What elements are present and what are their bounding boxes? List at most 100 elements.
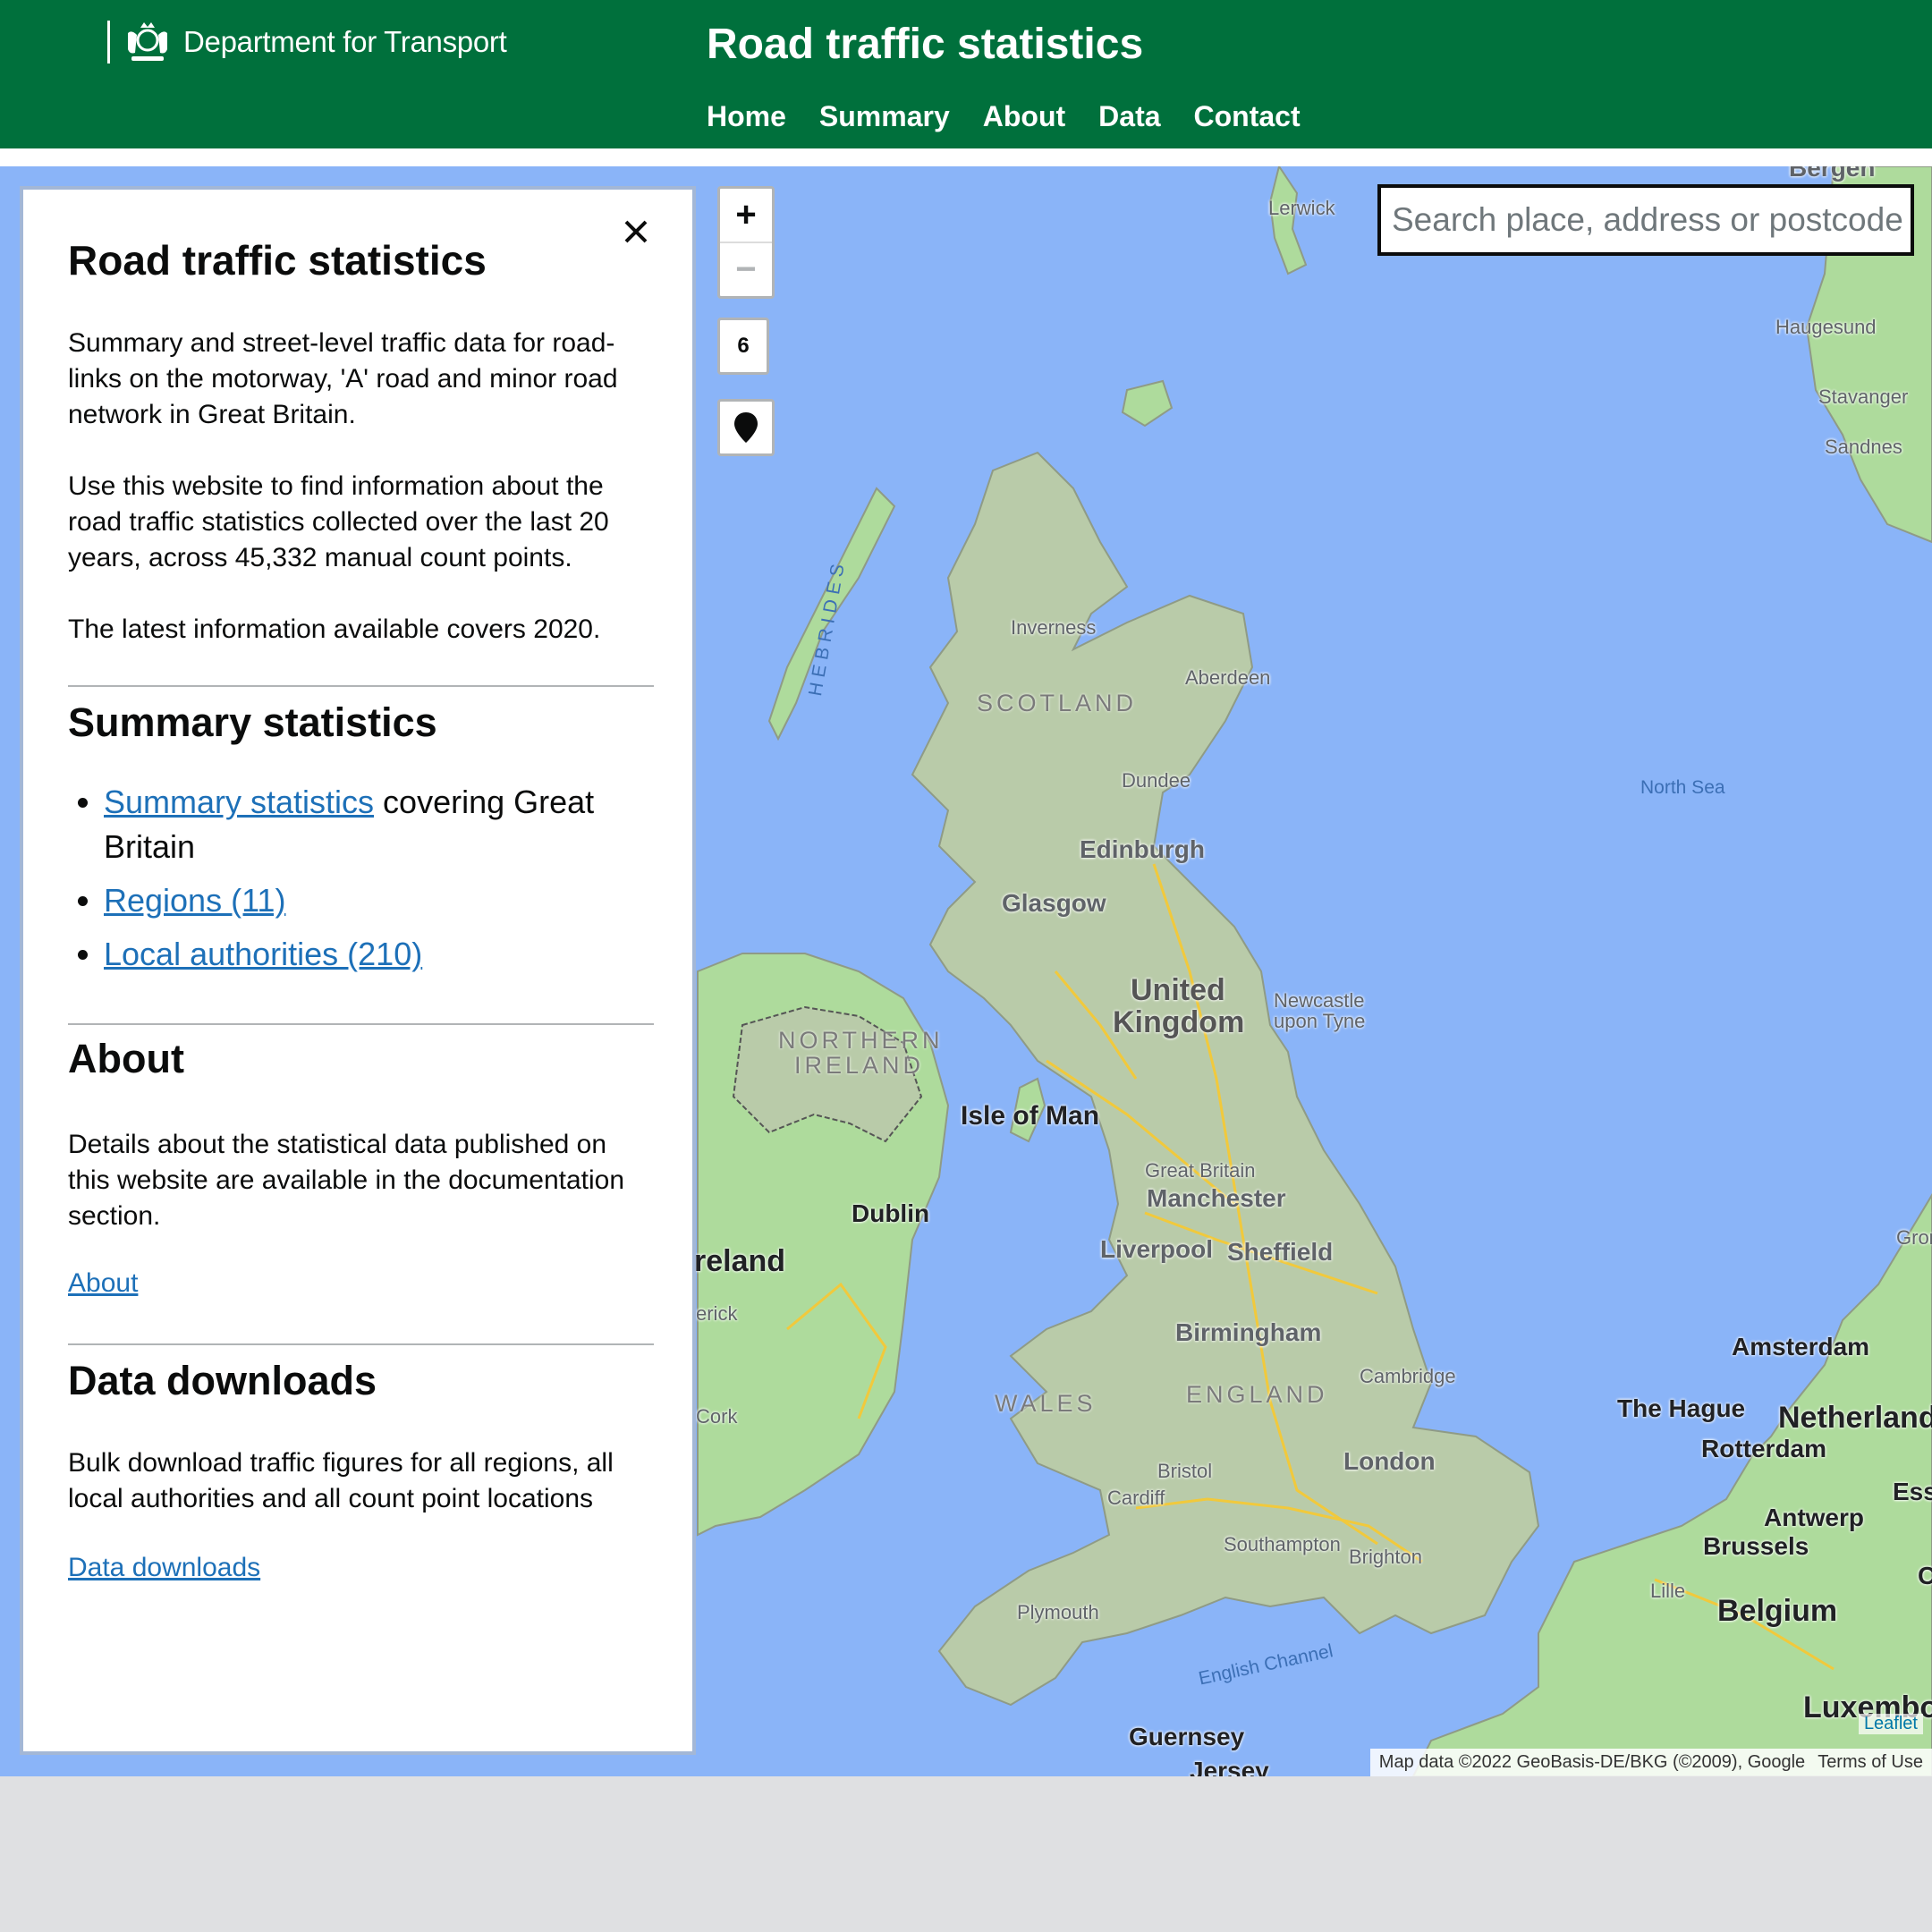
attribution-text: Map data ©2022 GeoBasis-DE/BKG (©2009), …	[1378, 1752, 1806, 1772]
map-label-england: ENGLAND	[1186, 1381, 1328, 1408]
list-item: Summary statistics covering Great Britai…	[104, 780, 676, 869]
map-label-birmingham: Birmingham	[1175, 1318, 1322, 1346]
about-heading: About	[68, 1036, 184, 1081]
orkney-landmass	[1121, 379, 1174, 428]
data-downloads-link[interactable]: Data downloads	[68, 1553, 260, 1583]
search-input[interactable]	[1377, 184, 1914, 256]
logo-rule	[107, 21, 110, 64]
zoom-out-button[interactable]: −	[720, 242, 772, 296]
zoom-in-button[interactable]: +	[720, 189, 772, 242]
map-label-lerwick: Lerwick	[1268, 197, 1335, 219]
map-label-sandnes: Sandnes	[1825, 436, 1902, 458]
map-label-aberdeen: Aberdeen	[1185, 666, 1271, 689]
map-label-southampton: Southampton	[1224, 1533, 1341, 1555]
map-pin-icon	[734, 412, 758, 443]
section-divider	[68, 1023, 654, 1025]
map-attribution: Map data ©2022 GeoBasis-DE/BKG (©2009), …	[1369, 1749, 1932, 1776]
map-label-belgium: Belgium	[1717, 1594, 1838, 1628]
map-label-isle-of-man: Isle of Man	[961, 1101, 1100, 1131]
map-label-jersey: Jersey	[1190, 1757, 1269, 1776]
nav-contact[interactable]: Contact	[1194, 100, 1301, 133]
map-label-groningen: Groni	[1896, 1226, 1932, 1249]
map-label-sheffield: Sheffield	[1227, 1238, 1334, 1266]
map-label-essen: Ess	[1893, 1478, 1932, 1505]
map-label-bergen: Bergen	[1789, 166, 1876, 182]
intro-paragraph-2: Use this website to find information abo…	[68, 471, 609, 572]
section-divider	[68, 1343, 654, 1345]
map-label-limerick: erick	[696, 1302, 738, 1325]
nav-about[interactable]: About	[983, 100, 1065, 133]
map-label-cologne: C	[1918, 1562, 1932, 1589]
map-label-ireland-region: IRELAND	[794, 1052, 925, 1079]
section-divider	[68, 685, 654, 687]
map-label-edinburgh: Edinburgh	[1080, 835, 1205, 863]
department-logo[interactable]: Department for Transport	[107, 20, 507, 64]
map-label-the-hague: The Hague	[1617, 1394, 1746, 1422]
map-label-plymouth: Plymouth	[1017, 1601, 1099, 1623]
map-label-wales: WALES	[995, 1390, 1097, 1417]
downloads-heading: Data downloads	[68, 1358, 377, 1403]
royal-crest-icon	[128, 22, 167, 61]
site-header: Department for Transport Road traffic st…	[0, 0, 1932, 166]
panel-title: Road traffic statistics	[68, 237, 487, 284]
regions-link[interactable]: Regions (11)	[104, 882, 285, 919]
locate-button[interactable]	[717, 399, 775, 456]
summary-statistics-link[interactable]: Summary statistics	[104, 784, 374, 820]
department-name: Department for Transport	[183, 25, 507, 58]
downloads-paragraph: Bulk download traffic figures for all re…	[68, 1448, 614, 1513]
map-label-amsterdam: Amsterdam	[1732, 1333, 1870, 1360]
map-label-united: United	[1131, 973, 1225, 1007]
map-label-cork: Cork	[696, 1405, 738, 1428]
map-label-brighton: Brighton	[1349, 1546, 1422, 1568]
map-label-kingdom: Kingdom	[1113, 1005, 1245, 1039]
map-label-cardiff: Cardiff	[1107, 1487, 1165, 1509]
leaflet-credit-link[interactable]: Leaflet	[1858, 1714, 1923, 1734]
shetland-landmass	[1268, 166, 1308, 275]
map-label-dublin: Dublin	[852, 1199, 930, 1227]
map-label-cambridge: Cambridge	[1360, 1365, 1456, 1387]
nav-summary[interactable]: Summary	[819, 100, 950, 133]
map-label-manchester: Manchester	[1147, 1184, 1286, 1212]
header-divider	[0, 148, 1932, 166]
main-nav: Home Summary About Data Contact	[707, 100, 1301, 133]
map-label-northern: NORTHERN	[778, 1027, 944, 1054]
about-paragraph: Details about the statistical data publi…	[68, 1130, 625, 1231]
terms-of-use-link[interactable]: Terms of Use	[1818, 1752, 1923, 1773]
map-label-liverpool: Liverpool	[1100, 1235, 1214, 1263]
map-label-dundee: Dundee	[1122, 769, 1191, 792]
list-item: Local authorities (210)	[104, 932, 676, 977]
map-label-netherlands: Netherland	[1778, 1401, 1932, 1435]
map-label-inverness: Inverness	[1011, 616, 1097, 639]
about-link[interactable]: About	[68, 1268, 138, 1299]
summary-list: Summary statistics covering Great Britai…	[68, 780, 676, 986]
local-authorities-link[interactable]: Local authorities (210)	[104, 936, 422, 972]
map-label-rotterdam: Rotterdam	[1701, 1435, 1827, 1462]
map-label-bristol: Bristol	[1157, 1460, 1213, 1482]
map-label-upon-tyne: upon Tyne	[1274, 1010, 1366, 1032]
map-label-lille: Lille	[1650, 1580, 1686, 1602]
map-label-antwerp: Antwerp	[1764, 1504, 1864, 1531]
list-item: Regions (11)	[104, 878, 676, 923]
map-label-ireland: reland	[694, 1244, 786, 1278]
map-label-brussels: Brussels	[1703, 1532, 1809, 1560]
info-panel: Road traffic statistics Summary and stre…	[20, 186, 696, 1755]
map-label-haugesund: Haugesund	[1775, 316, 1877, 338]
zoom-level-indicator: 6	[717, 318, 769, 375]
map-label-london: London	[1343, 1447, 1436, 1475]
great-britain-landmass	[911, 451, 1540, 1707]
map-label-scotland: SCOTLAND	[977, 690, 1138, 716]
nav-home[interactable]: Home	[707, 100, 786, 133]
summary-heading: Summary statistics	[68, 699, 437, 745]
intro-paragraph-1: Summary and street-level traffic data fo…	[68, 328, 618, 429]
close-icon	[624, 220, 648, 243]
map-label-great-britain: Great Britain	[1145, 1159, 1256, 1182]
zoom-control: + −	[717, 186, 775, 299]
map-label-guernsey: Guernsey	[1129, 1723, 1245, 1750]
map-label-glasgow: Glasgow	[1002, 889, 1106, 917]
map-label-north-sea: North Sea	[1640, 777, 1725, 798]
nav-data[interactable]: Data	[1098, 100, 1160, 133]
map-label-stavanger: Stavanger	[1818, 386, 1909, 408]
site-title[interactable]: Road traffic statistics	[707, 20, 1143, 69]
intro-paragraph-3: The latest information available covers …	[68, 614, 601, 644]
close-panel-button[interactable]	[623, 213, 649, 252]
